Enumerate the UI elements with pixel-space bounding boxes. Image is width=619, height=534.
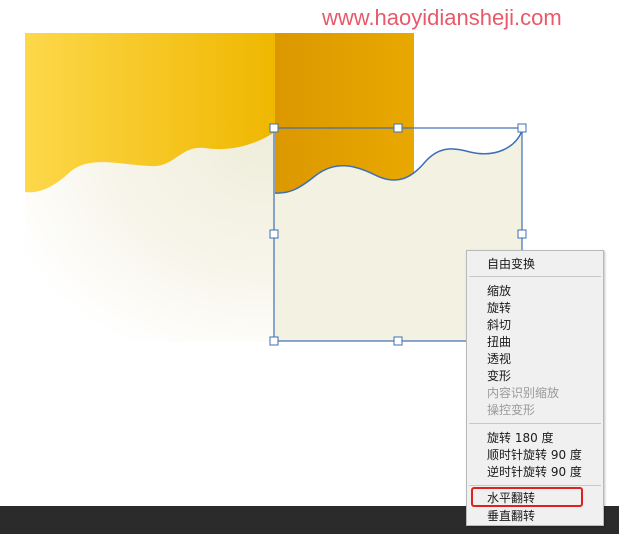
menu-item-free-transform[interactable]: 自由变换 <box>487 256 535 272</box>
menu-item-rotate-180[interactable]: 旋转 180 度 <box>487 430 554 446</box>
menu-item-skew[interactable]: 斜切 <box>487 317 511 333</box>
transform-context-menu: 自由变换 缩放 旋转 斜切 扭曲 透视 变形 内容识别缩放 操控变形 旋转 18… <box>466 250 604 526</box>
menu-item-puppet-warp: 操控变形 <box>487 403 536 417</box>
menu-separator <box>469 485 601 486</box>
menu-item-rotate-90-ccw[interactable]: 逆时针旋转 90 度 <box>487 464 582 480</box>
menu-item-rotate[interactable]: 旋转 <box>487 300 511 316</box>
menu-item-content-aware-scale: 内容识别缩放 <box>487 386 560 400</box>
menu-item-scale[interactable]: 缩放 <box>487 283 511 299</box>
menu-item-warp[interactable]: 变形 <box>487 368 511 384</box>
handle-top-left[interactable] <box>269 123 279 133</box>
menu-item-perspective[interactable]: 透视 <box>487 351 511 367</box>
menu-separator <box>469 423 601 424</box>
handle-top-right[interactable] <box>517 123 527 133</box>
handle-bottom-left[interactable] <box>269 336 279 346</box>
menu-item-flip-vertical[interactable]: 垂直翻转 <box>487 508 535 524</box>
menu-item-rotate-90-cw[interactable]: 顺时针旋转 90 度 <box>487 447 582 463</box>
handle-middle-left[interactable] <box>269 229 279 239</box>
handle-bottom-middle[interactable] <box>393 336 403 346</box>
handle-top-middle[interactable] <box>393 123 403 133</box>
menu-separator <box>469 276 601 277</box>
menu-item-distort[interactable]: 扭曲 <box>487 334 511 350</box>
menu-item-flip-horizontal[interactable]: 水平翻转 <box>487 490 535 506</box>
handle-middle-right[interactable] <box>517 229 527 239</box>
